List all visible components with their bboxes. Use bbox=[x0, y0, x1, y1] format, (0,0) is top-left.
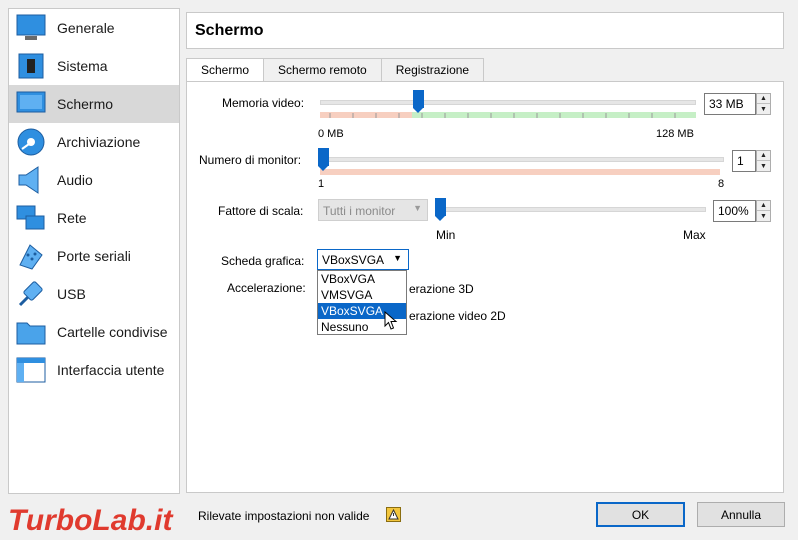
scale-slider-thumb[interactable] bbox=[435, 198, 446, 221]
speaker-icon bbox=[15, 164, 47, 196]
spin-down-icon[interactable]: ▼ bbox=[757, 104, 770, 114]
scale-label: Fattore di scala: bbox=[218, 204, 304, 218]
sidebar-item-label: Generale bbox=[57, 20, 115, 36]
monitor-icon bbox=[15, 12, 47, 44]
dropdown-option-vboxvga[interactable]: VBoxVGA bbox=[318, 271, 406, 287]
tab-bar: Schermo Schermo remoto Registrazione bbox=[186, 58, 485, 83]
spin-up-icon[interactable]: ▲ bbox=[757, 94, 770, 104]
network-icon bbox=[15, 202, 47, 234]
graphics-controller-value: VBoxSVGA bbox=[322, 253, 385, 267]
monitors-min-label: 1 bbox=[318, 178, 325, 190]
sidebar-item-archiviazione[interactable]: Archiviazione bbox=[9, 123, 179, 161]
video-memory-spin-buttons[interactable]: ▲ ▼ bbox=[756, 93, 771, 115]
folder-icon bbox=[15, 316, 47, 348]
cancel-button[interactable]: Annulla bbox=[697, 502, 785, 527]
monitors-slider-track[interactable] bbox=[320, 157, 724, 162]
sidebar-item-label: Interfaccia utente bbox=[57, 362, 165, 378]
sidebar-item-sistema[interactable]: Sistema bbox=[9, 47, 179, 85]
video-memory-label: Memoria video: bbox=[222, 96, 305, 110]
spin-up-icon[interactable]: ▲ bbox=[757, 201, 770, 211]
video-memory-min-label: 0 MB bbox=[318, 128, 344, 140]
video-memory-max-label: 128 MB bbox=[656, 128, 694, 140]
ok-button[interactable]: OK bbox=[596, 502, 685, 527]
monitors-spin-buttons[interactable]: ▲ ▼ bbox=[756, 150, 771, 172]
scale-monitor-combo-value: Tutti i monitor bbox=[323, 204, 396, 218]
spin-down-icon[interactable]: ▼ bbox=[757, 161, 770, 171]
monitors-slider-thumb[interactable] bbox=[318, 148, 329, 171]
disk-icon bbox=[15, 126, 47, 158]
video-memory-slider-thumb[interactable] bbox=[413, 90, 424, 113]
dropdown-option-vmsvga[interactable]: VMSVGA bbox=[318, 287, 406, 303]
monitors-spinbox[interactable]: 1 bbox=[732, 150, 756, 172]
sidebar-item-label: USB bbox=[57, 286, 86, 302]
monitors-band-red bbox=[320, 169, 720, 175]
settings-sidebar: Generale Sistema Schermo Archiviazione A… bbox=[8, 8, 180, 494]
monitors-label: Numero di monitor: bbox=[199, 153, 302, 167]
page-title: Schermo bbox=[186, 12, 784, 49]
chevron-down-icon: ▼ bbox=[413, 203, 422, 213]
acceleration-2d-checkbox-label[interactable]: erazione video 2D bbox=[409, 309, 506, 323]
sidebar-item-label: Audio bbox=[57, 172, 93, 188]
sidebar-item-schermo[interactable]: Schermo bbox=[9, 85, 179, 123]
sidebar-item-audio[interactable]: Audio bbox=[9, 161, 179, 199]
sidebar-item-rete[interactable]: Rete bbox=[9, 199, 179, 237]
video-memory-slider-track[interactable] bbox=[320, 100, 696, 105]
tab-schermo-remoto[interactable]: Schermo remoto bbox=[263, 58, 382, 82]
scale-max-label: Max bbox=[683, 228, 706, 242]
sidebar-item-cartelle-condivise[interactable]: Cartelle condivise bbox=[9, 313, 179, 351]
sidebar-item-label: Archiviazione bbox=[57, 134, 141, 150]
scale-slider-track[interactable] bbox=[436, 207, 706, 212]
scale-spin-buttons[interactable]: ▲ ▼ bbox=[756, 200, 771, 222]
graphics-controller-label: Scheda grafica: bbox=[221, 254, 305, 268]
sidebar-item-generale[interactable]: Generale bbox=[9, 9, 179, 47]
mouse-cursor-icon bbox=[384, 311, 398, 330]
chevron-down-icon: ▼ bbox=[393, 253, 402, 263]
scale-monitor-combo: Tutti i monitor ▼ bbox=[318, 199, 428, 221]
warning-icon[interactable] bbox=[386, 507, 401, 522]
video-memory-ticks bbox=[329, 113, 676, 118]
sidebar-item-porte-seriali[interactable]: Porte seriali bbox=[9, 237, 179, 275]
warning-text: Rilevate impostazioni non valide bbox=[198, 509, 370, 523]
sidebar-item-label: Porte seriali bbox=[57, 248, 131, 264]
spin-up-icon[interactable]: ▲ bbox=[757, 151, 770, 161]
spin-down-icon[interactable]: ▼ bbox=[757, 211, 770, 221]
sidebar-item-label: Rete bbox=[57, 210, 87, 226]
tab-registrazione[interactable]: Registrazione bbox=[380, 58, 485, 82]
chip-icon bbox=[15, 50, 47, 82]
monitors-max-label: 8 bbox=[718, 178, 725, 190]
sidebar-item-label: Cartelle condivise bbox=[57, 324, 168, 340]
sidebar-item-label: Sistema bbox=[57, 58, 108, 74]
video-memory-spinbox[interactable]: 33 MB bbox=[704, 93, 756, 115]
usb-icon bbox=[15, 278, 47, 310]
acceleration-3d-checkbox-label[interactable]: erazione 3D bbox=[409, 282, 474, 296]
window-icon bbox=[15, 354, 47, 386]
serial-port-icon bbox=[15, 240, 47, 272]
tab-schermo[interactable]: Schermo bbox=[186, 58, 265, 83]
watermark-logo: TurboLab.it bbox=[8, 504, 173, 537]
graphics-controller-combo[interactable]: VBoxSVGA ▼ bbox=[317, 249, 409, 270]
scale-min-label: Min bbox=[436, 228, 456, 242]
sidebar-item-usb[interactable]: USB bbox=[9, 275, 179, 313]
sidebar-item-interfaccia-utente[interactable]: Interfaccia utente bbox=[9, 351, 179, 389]
sidebar-item-label: Schermo bbox=[57, 96, 114, 112]
acceleration-label: Accelerazione: bbox=[227, 281, 306, 295]
scale-spinbox[interactable]: 100% bbox=[713, 200, 756, 222]
display-icon bbox=[15, 88, 47, 120]
